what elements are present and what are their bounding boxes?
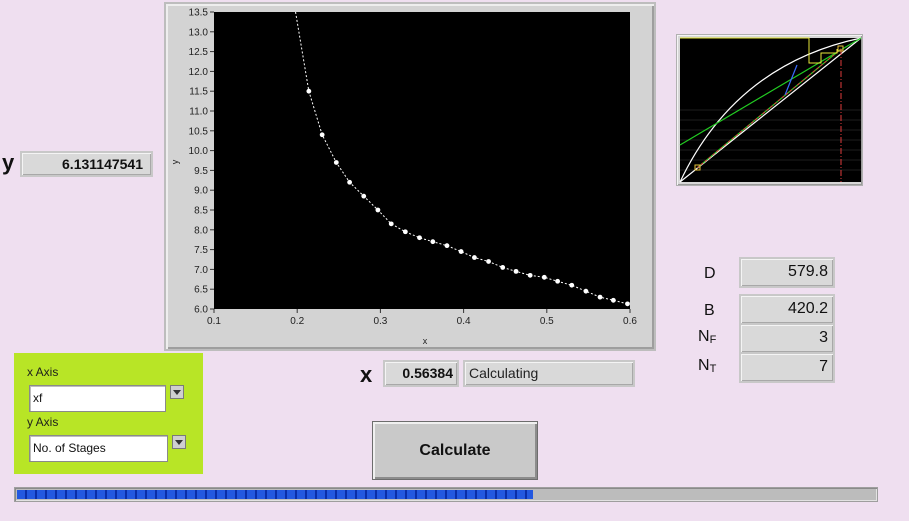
- chevron-down-icon: [173, 389, 181, 395]
- y-tick-label: 13.0: [189, 27, 209, 38]
- x-tick-label: 0.4: [457, 316, 471, 327]
- axis-selector-panel: x Axis xf y Axis No. of Stages: [14, 353, 203, 474]
- x-tick-label: 0.1: [207, 316, 221, 327]
- result-label: D: [704, 265, 716, 283]
- result-value-indicator: 7: [739, 352, 835, 383]
- data-point: [402, 229, 408, 235]
- data-point: [472, 255, 477, 260]
- data-point: [319, 132, 325, 138]
- y-tick-label: 10.0: [189, 146, 209, 157]
- x-axis-value: xf: [33, 391, 43, 405]
- y-tick-label: 12.0: [189, 67, 209, 78]
- data-point: [625, 301, 630, 307]
- result-value-indicator: 420.2: [739, 294, 835, 325]
- x-value-indicator: 0.56384: [383, 360, 459, 387]
- data-point: [375, 207, 381, 213]
- data-point: [361, 193, 367, 199]
- y-tick-label: 6.5: [194, 285, 208, 296]
- data-point: [500, 265, 506, 270]
- result-value: 3: [819, 329, 828, 346]
- y-tick-label: 6.0: [194, 305, 208, 316]
- result-value: 7: [819, 358, 828, 375]
- y-value-indicator: 6.131147541: [20, 151, 153, 177]
- data-point: [610, 297, 616, 303]
- y-value: 6.131147541: [62, 156, 143, 172]
- x-tick-label: 0.5: [540, 316, 554, 327]
- x-axis-title: x: [423, 336, 428, 346]
- result-label: B: [704, 302, 715, 320]
- x-axis-label: x Axis: [27, 365, 59, 379]
- x-value: 0.56384: [402, 365, 453, 381]
- y-tick-label: 12.5: [189, 47, 209, 58]
- y-label: y: [2, 150, 15, 175]
- plot-area: [214, 12, 630, 309]
- y-axis-select[interactable]: No. of Stages: [29, 435, 168, 462]
- x-axis-dropdown-button[interactable]: [170, 385, 184, 399]
- calculate-button-label: Calculate: [419, 441, 491, 459]
- data-point: [583, 288, 589, 294]
- data-point: [527, 272, 533, 278]
- result-label-text: N: [698, 328, 710, 345]
- status-text: Calculating: [469, 365, 539, 381]
- y-tick-label: 7.0: [194, 265, 208, 276]
- result-label-text: D: [704, 265, 716, 282]
- x-tick-label: 0.3: [373, 316, 387, 327]
- xy-graph[interactable]: 6.0 6.5 7.0 7.5 8.0 8.5 9.0 9.5 10.0 10.5 11.0 11.5…: [164, 2, 656, 351]
- y-axis-label: y Axis: [27, 415, 59, 429]
- y-tick-label: 11.0: [189, 107, 208, 118]
- result-label-text: B: [704, 302, 715, 319]
- data-point: [388, 221, 394, 227]
- status-indicator: Calculating: [463, 360, 635, 387]
- result-label-subscript: F: [709, 334, 717, 346]
- data-point: [347, 179, 353, 185]
- calculate-button[interactable]: Calculate: [372, 421, 538, 480]
- y-axis-dropdown-button[interactable]: [172, 435, 186, 449]
- data-point: [306, 88, 312, 94]
- result-label: NF: [698, 328, 716, 346]
- result-value: 420.2: [787, 300, 828, 317]
- data-point: [541, 274, 547, 280]
- result-value-indicator: 579.8: [739, 257, 835, 288]
- result-value-indicator: 3: [739, 323, 835, 354]
- data-point: [417, 235, 422, 241]
- result-label-text: N: [698, 357, 710, 374]
- y-tick-label: 9.5: [194, 166, 208, 177]
- chevron-down-icon: [175, 439, 183, 445]
- data-point: [555, 278, 561, 284]
- y-tick-label: 11.5: [189, 87, 208, 98]
- xy-graph-svg: 6.0 6.5 7.0 7.5 8.0 8.5 9.0 9.5 10.0 10.5 11.0 11.5…: [170, 8, 637, 347]
- x-tick-label: 0.6: [623, 316, 637, 327]
- result-label-subscript: T: [709, 363, 717, 375]
- data-point: [513, 268, 519, 274]
- y-tick-label: 7.5: [194, 245, 208, 256]
- y-tick-label: 10.5: [189, 126, 209, 137]
- mccabe-thiele-graph[interactable]: [676, 34, 863, 186]
- result-label: NT: [698, 357, 716, 375]
- x-axis-select[interactable]: xf: [29, 385, 166, 412]
- data-point: [333, 160, 339, 165]
- y-tick-label: 8.5: [194, 206, 208, 217]
- data-point: [569, 282, 575, 288]
- data-point: [444, 243, 450, 249]
- data-point: [597, 294, 603, 300]
- data-point: [458, 249, 464, 254]
- data-point: [486, 259, 491, 264]
- progress-bar-fill: [17, 490, 533, 499]
- mccabe-thiele-svg: [679, 37, 862, 183]
- y-tick-label: 8.0: [194, 225, 208, 236]
- y-tick-label: 13.5: [189, 8, 209, 19]
- data-point: [430, 239, 436, 245]
- result-value: 579.8: [787, 263, 828, 280]
- y-tick-label: 9.0: [194, 186, 208, 197]
- y-axis-value: No. of Stages: [33, 441, 106, 455]
- y-axis-title: y: [170, 159, 180, 164]
- x-tick-label: 0.2: [290, 316, 304, 327]
- x-label: x: [360, 362, 373, 387]
- progress-bar: [14, 487, 878, 502]
